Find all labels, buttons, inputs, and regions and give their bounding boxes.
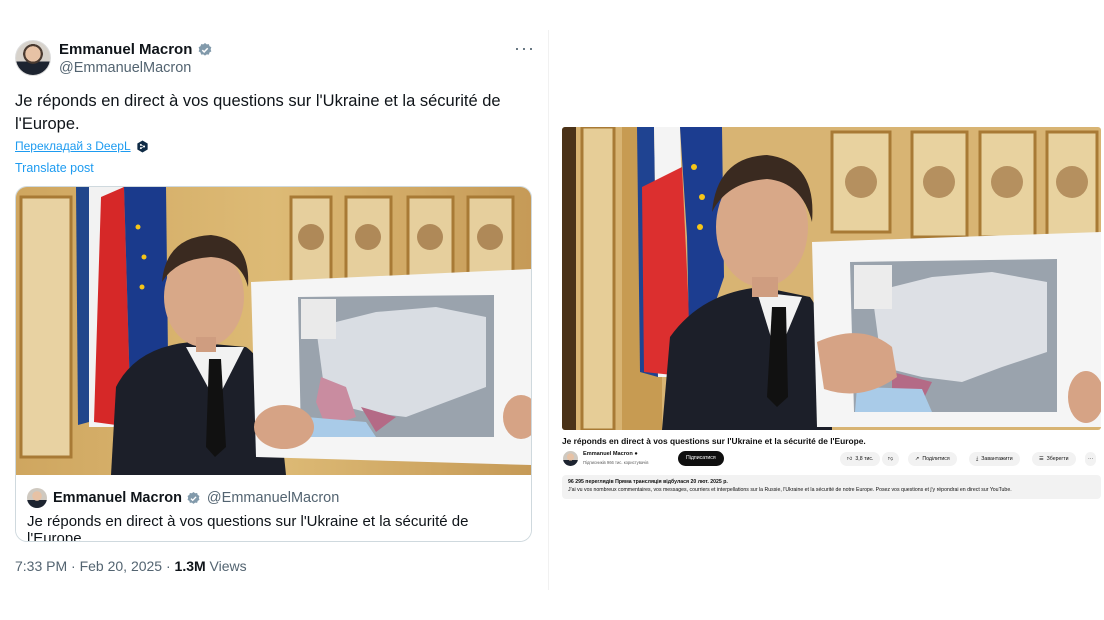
quoted-author-name[interactable]: Emmanuel Macron (53, 490, 182, 506)
download-button[interactable]: ⤓ Завантажити (969, 452, 1020, 466)
save-icon: ☰ (1039, 456, 1044, 462)
download-label: Завантажити (981, 456, 1013, 462)
deepl-translate-label[interactable]: Перекладай з DeepL (15, 139, 131, 153)
verified-badge-icon (199, 42, 212, 56)
deepl-translate-link[interactable]: Перекладай з DeepL (15, 139, 149, 153)
author-avatar[interactable] (15, 40, 51, 76)
more-options-icon[interactable]: ··· (514, 38, 535, 59)
channel-name-label[interactable]: Emmanuel Macron (583, 451, 633, 457)
save-button[interactable]: ☰ Зберегти (1032, 452, 1076, 466)
video-title: Je réponds en direct à vos questions sur… (562, 436, 866, 446)
channel-name[interactable]: Emmanuel Macron ● (583, 451, 638, 457)
views-label: Views (205, 558, 247, 574)
subscriber-count: Підписників 966 тис. користувачів (583, 460, 649, 465)
thumbs-up-icon: 👍︎ (847, 456, 853, 462)
author-name-row[interactable]: Emmanuel Macron (59, 41, 213, 58)
more-actions-button[interactable]: ··· (1085, 452, 1097, 466)
dislike-button[interactable]: 👎︎ (882, 452, 900, 466)
views-count: 1.3M (174, 558, 206, 574)
share-label: Поділитися (922, 456, 950, 462)
youtube-video-page: Je réponds en direct à vos questions sur… (562, 127, 1101, 507)
share-icon: ↗ (915, 456, 920, 462)
subscribe-button[interactable]: Підписатися (678, 451, 724, 466)
x-post: Emmanuel Macron @EmmanuelMacron ··· Je r… (0, 0, 548, 620)
translate-post-link[interactable]: Translate post (15, 161, 94, 175)
views-and-date: 96 295 переглядів Пряма трансляція відбу… (568, 479, 728, 485)
video-thumbnail[interactable] (16, 187, 531, 475)
author-handle[interactable]: @EmmanuelMacron (59, 60, 191, 76)
share-button[interactable]: ↗ Поділитися (908, 452, 957, 466)
description-text: J'ai vu vos nombreux commentaires, vos m… (568, 487, 1012, 493)
quoted-author-avatar[interactable] (27, 488, 47, 508)
like-button[interactable]: 👍︎ 3,8 тис. (840, 452, 881, 466)
video-card[interactable]: Emmanuel Macron @EmmanuelMacron Je répon… (15, 186, 532, 542)
quoted-author-row: Emmanuel Macron @EmmanuelMacron (53, 490, 339, 506)
save-label: Зберегти (1046, 456, 1069, 462)
post-timestamp[interactable]: 7:33 PM · Feb 20, 2025 · (15, 558, 175, 574)
quoted-post[interactable]: Emmanuel Macron @EmmanuelMacron Je répon… (16, 475, 531, 541)
video-frame-image (562, 127, 1101, 430)
post-meta: 7:33 PM · Feb 20, 2025 · 1.3M Views (15, 558, 247, 574)
post-text: Je réponds en direct à vos questions sur… (15, 92, 501, 133)
channel-avatar[interactable] (563, 451, 578, 466)
channel-action-row: Emmanuel Macron ● Підписників 966 тис. к… (562, 449, 1101, 469)
deepl-icon (136, 140, 148, 152)
description-box[interactable]: 96 295 переглядів Пряма трансляція відбу… (562, 475, 1101, 499)
verified-check-icon: ● (634, 451, 638, 457)
video-frame-image (16, 187, 531, 475)
video-player[interactable] (562, 127, 1101, 430)
download-icon: ⤓ (976, 456, 979, 462)
thumbs-down-icon: 👎︎ (888, 456, 894, 462)
verified-badge-icon (187, 491, 200, 504)
like-count: 3,8 тис. (855, 456, 874, 462)
column-divider (548, 30, 549, 590)
author-name[interactable]: Emmanuel Macron (59, 41, 192, 58)
quoted-post-text: Je réponds en direct à vos questions sur… (27, 513, 469, 542)
quoted-author-handle[interactable]: @EmmanuelMacron (207, 490, 339, 506)
